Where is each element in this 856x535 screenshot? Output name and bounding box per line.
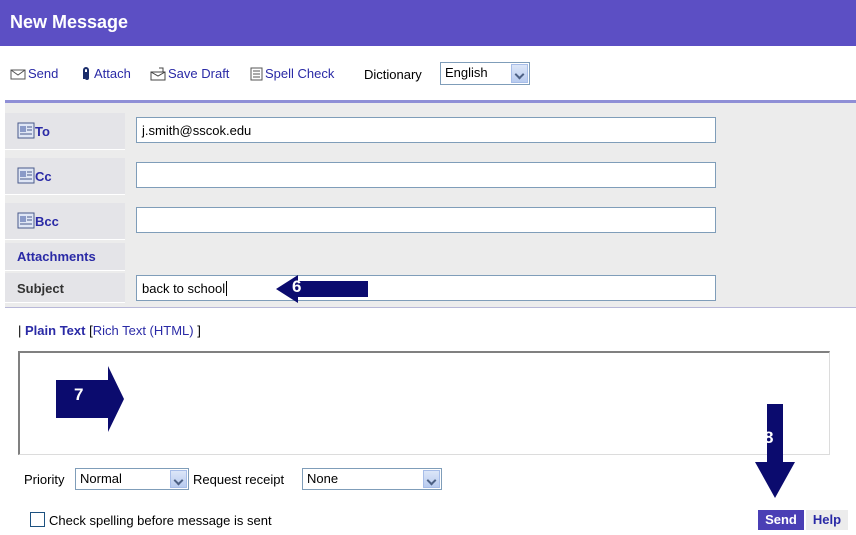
chevron-down-icon[interactable] [511,64,528,83]
send-button[interactable]: Send [758,510,804,530]
toolbar: Send Attach Save Draft Spell Check Dicti… [0,62,856,88]
spell-check-button[interactable]: Spell Check [250,66,334,81]
paperclip-icon [83,66,89,80]
priority-select[interactable]: Normal [75,468,189,490]
dictionary-label: Dictionary [364,67,422,82]
cc-label: Cc [35,169,52,184]
priority-label: Priority [24,472,65,487]
window-title: New Message [10,12,129,32]
cc-field[interactable] [136,162,716,188]
rich-text-link[interactable]: Rich Text (HTML) [93,323,194,338]
dictionary-value: English [445,65,488,80]
save-draft-label: Save Draft [168,66,230,81]
send-toolbar-label: Send [28,66,59,81]
to-field[interactable]: j.smith@sscok.edu [136,117,716,143]
address-book-icon[interactable] [17,121,36,140]
spellcheck-label: Check spelling before message is sent [49,513,272,528]
save-draft-icon [150,67,166,80]
message-header-form: To j.smith@sscok.edu Cc Bcc Attachments … [5,100,856,308]
message-body-textarea[interactable] [18,351,830,455]
spell-check-label: Spell Check [265,66,335,81]
attach-button[interactable]: Attach [80,66,131,81]
to-value: j.smith@sscok.edu [142,123,252,138]
priority-value: Normal [80,471,122,486]
to-label-cell[interactable]: To [5,113,125,150]
subject-label: Subject [17,281,64,296]
callout-arrow-8 [755,404,795,498]
attachments-label[interactable]: Attachments [17,249,96,264]
request-receipt-label: Request receipt [193,472,285,487]
bcc-label: Bcc [35,214,59,229]
request-receipt-value: None [307,471,339,486]
subject-field[interactable]: back to school [136,275,716,301]
callout-arrow-6 [276,275,368,303]
format-open-bracket: | [18,323,22,338]
spell-check-icon [250,67,263,80]
title-bar: New Message [0,0,856,46]
format-switcher: | Plain Text [Rich Text (HTML) ] [18,323,201,338]
format-close-bracket: ] [197,323,201,338]
attachments-label-cell[interactable]: Attachments [5,243,125,271]
cc-label-cell[interactable]: Cc [5,158,125,195]
callout-6-number: 6 [292,277,302,296]
chevron-down-icon[interactable] [170,470,187,488]
request-receipt-select[interactable]: None [302,468,442,490]
send-toolbar-button[interactable]: Send [10,66,58,81]
callout-8-number: 8 [764,428,774,447]
dictionary-select[interactable]: English [440,62,530,85]
subject-label-cell: Subject [5,273,125,303]
subject-text: back to school [142,281,226,296]
text-cursor [226,281,228,296]
to-label: To [35,124,50,139]
plain-text-option[interactable]: Plain Text [25,323,85,338]
callout-7-number: 7 [74,385,84,404]
callout-arrow-7 [56,366,124,432]
bcc-label-cell[interactable]: Bcc [5,203,125,240]
bcc-field[interactable] [136,207,716,233]
save-draft-button[interactable]: Save Draft [150,66,229,81]
address-book-icon[interactable] [17,211,36,230]
envelope-icon [10,69,26,79]
spellcheck-checkbox[interactable] [30,512,45,527]
address-book-icon[interactable] [17,166,36,185]
subject-value: back to school [142,281,228,296]
chevron-down-icon[interactable] [423,470,440,488]
help-button[interactable]: Help [806,510,848,530]
attach-label: Attach [94,66,131,81]
